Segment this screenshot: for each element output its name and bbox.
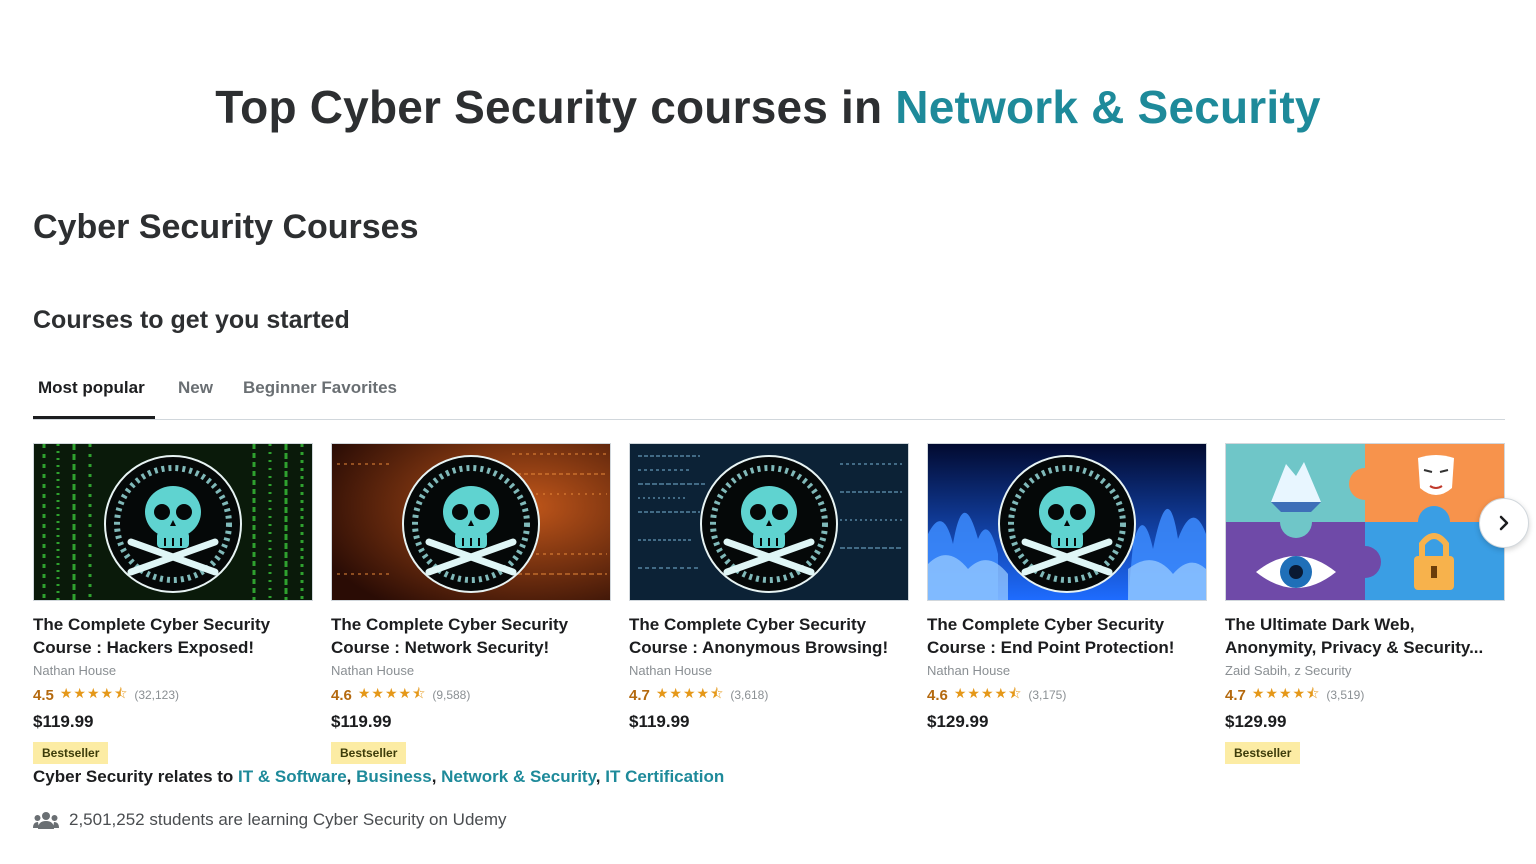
course-author: Nathan House <box>331 663 415 678</box>
skull-crossbones-icon <box>928 444 1206 600</box>
star-rating-icon: ★★★★⯪ <box>1251 685 1321 701</box>
rating-value: 4.7 <box>629 686 650 704</box>
skull-crossbones-icon <box>34 444 312 600</box>
users-icon <box>33 812 59 829</box>
chevron-right-icon <box>1499 515 1509 531</box>
star-rating-icon: ★★★★⯪ <box>59 685 129 701</box>
course-title[interactable]: The Complete Cyber Security Course : Net… <box>331 613 611 659</box>
banner-title-prefix: Top Cyber Security courses in <box>215 81 896 133</box>
rating-row: 4.6 ★★★★⯪ (9,588) <box>331 685 611 704</box>
active-tab-indicator <box>33 416 155 419</box>
rating-row: 4.5 ★★★★⯪ (32,123) <box>33 685 313 704</box>
course-card[interactable]: The Ultimate Dark Web, Anonymity, Privac… <box>1225 443 1505 764</box>
rating-value: 4.6 <box>331 686 352 704</box>
tab-most-popular[interactable]: Most popular <box>38 378 145 398</box>
course-thumbnail[interactable] <box>1225 443 1505 601</box>
course-price: $119.99 <box>33 712 94 731</box>
course-card[interactable]: The Complete Cyber Security Course : Ano… <box>629 443 909 732</box>
learners-count: 2,501,252 students are learning Cyber Se… <box>33 810 507 830</box>
review-count: (9,588) <box>432 688 471 702</box>
bestseller-badge: Bestseller <box>331 742 407 764</box>
course-thumbnail[interactable] <box>927 443 1207 601</box>
link-it-certification[interactable]: IT Certification <box>605 767 724 786</box>
link-network-security[interactable]: Network & Security <box>441 767 596 786</box>
course-price: $129.99 <box>1225 712 1287 731</box>
section-title: Cyber Security Courses <box>33 208 419 246</box>
skull-crossbones-icon <box>332 444 610 600</box>
puzzle-icon <box>1226 444 1504 600</box>
rating-value: 4.7 <box>1225 686 1246 704</box>
course-price: $119.99 <box>331 712 392 731</box>
star-rating-icon: ★★★★⯪ <box>953 685 1023 701</box>
course-thumbnail[interactable] <box>629 443 909 601</box>
course-author: Nathan House <box>927 663 1011 678</box>
banner-title-accent: Network & Security <box>895 81 1321 133</box>
carousel-next-button[interactable] <box>1479 498 1529 548</box>
course-thumbnail[interactable] <box>331 443 611 601</box>
relates-to-line: Cyber Security relates to IT & Software,… <box>33 767 725 786</box>
course-price: $119.99 <box>629 712 690 731</box>
course-card[interactable]: The Complete Cyber Security Course : End… <box>927 443 1207 732</box>
star-rating-icon: ★★★★⯪ <box>655 685 725 701</box>
learners-text: 2,501,252 students are learning Cyber Se… <box>69 810 507 829</box>
course-card[interactable]: The Complete Cyber Security Course : Hac… <box>33 443 313 764</box>
course-author: Zaid Sabih, z Security <box>1225 663 1352 678</box>
review-count: (32,123) <box>134 688 180 702</box>
rating-value: 4.5 <box>33 686 54 704</box>
subsection-title: Courses to get you started <box>33 306 350 334</box>
rating-row: 4.6 ★★★★⯪ (3,175) <box>927 685 1207 704</box>
link-it-software[interactable]: IT & Software <box>238 767 347 786</box>
relates-prefix: Cyber Security relates to <box>33 767 239 786</box>
banner-title: Top Cyber Security courses in Network & … <box>0 80 1536 134</box>
rating-value: 4.6 <box>927 686 948 704</box>
course-title[interactable]: The Complete Cyber Security Course : Hac… <box>33 613 313 659</box>
star-rating-icon: ★★★★⯪ <box>357 685 427 701</box>
tab-beginner-favorites[interactable]: Beginner Favorites <box>243 378 397 398</box>
tab-new[interactable]: New <box>178 378 213 398</box>
course-title[interactable]: The Complete Cyber Security Course : Ano… <box>629 613 909 659</box>
course-author: Nathan House <box>629 663 713 678</box>
skull-crossbones-icon <box>630 444 908 600</box>
link-business[interactable]: Business <box>356 767 432 786</box>
bestseller-badge: Bestseller <box>1225 742 1301 764</box>
rating-row: 4.7 ★★★★⯪ (3,519) <box>1225 685 1505 704</box>
course-title[interactable]: The Complete Cyber Security Course : End… <box>927 613 1207 659</box>
review-count: (3,175) <box>1028 688 1067 702</box>
course-price: $129.99 <box>927 712 989 731</box>
course-title[interactable]: The Ultimate Dark Web, Anonymity, Privac… <box>1225 613 1505 659</box>
course-thumbnail[interactable] <box>33 443 313 601</box>
course-card[interactable]: The Complete Cyber Security Course : Net… <box>331 443 611 764</box>
course-author: Nathan House <box>33 663 117 678</box>
review-count: (3,519) <box>1326 688 1365 702</box>
review-count: (3,618) <box>730 688 769 702</box>
rating-row: 4.7 ★★★★⯪ (3,618) <box>629 685 909 704</box>
bestseller-badge: Bestseller <box>33 742 109 764</box>
course-tabs: Most popular New Beginner Favorites <box>33 370 1505 420</box>
